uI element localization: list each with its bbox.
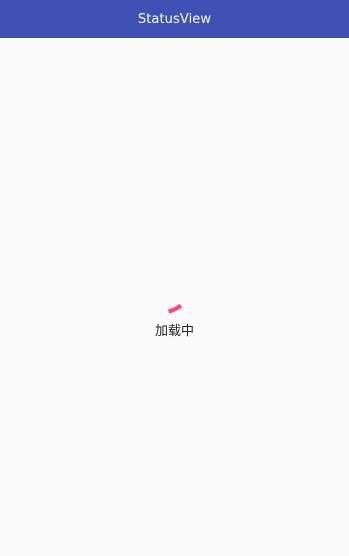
app-bar: StatusView	[0, 0, 349, 38]
spinner-arc	[167, 303, 182, 314]
loading-text: 加载中	[154, 324, 194, 339]
status-view-content: 加载中	[0, 38, 349, 556]
progress-spinner-icon	[167, 303, 182, 314]
app-bar-title: StatusView	[137, 11, 212, 27]
loading-state: 加载中	[0, 294, 349, 340]
